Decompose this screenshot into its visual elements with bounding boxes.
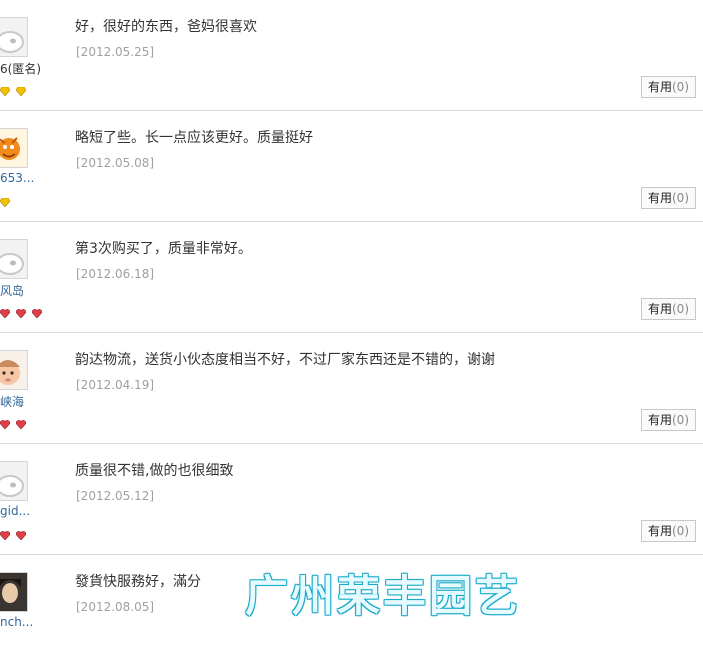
reviewer-name: 6(匿名) (0, 62, 41, 76)
reviewer-name[interactable]: 风岛 (0, 282, 24, 299)
red-heart-icon (0, 531, 10, 540)
helpful-count: (0) (672, 80, 689, 94)
red-heart-icon (16, 531, 27, 540)
review-date: [2012.08.05] (76, 600, 155, 614)
red-heart-icon (16, 420, 27, 429)
rank-badge (0, 192, 11, 207)
reviewer-name[interactable]: 653... (0, 171, 34, 185)
review-date: [2012.05.25] (76, 45, 155, 59)
helpful-button[interactable]: 有用(0) (641, 298, 696, 320)
rank-badge (0, 525, 27, 540)
review-item: 653... 略短了些。长一点应该更好。质量挺好 [2012.05.08] 有用… (0, 111, 703, 222)
review-date: [2012.05.12] (76, 489, 155, 503)
rank-badge (0, 81, 27, 96)
reviewer-name[interactable]: gid... (0, 504, 30, 518)
helpful-label: 有用 (647, 413, 672, 427)
gold-diamond-icon (16, 87, 27, 96)
helpful-button[interactable]: 有用(0) (641, 520, 696, 542)
helpful-count: (0) (672, 191, 689, 205)
review-content: 略短了些。长一点应该更好。质量挺好 (75, 130, 313, 146)
review-content: 好，很好的东西，爸妈很喜欢 (75, 19, 257, 35)
review-content: 第3次购买了，质量非常好。 (75, 241, 252, 257)
review-item: 峡海 韵达物流，送货小伙态度相当不好，不过厂家东西还是不错的，谢谢 [2012.… (0, 333, 703, 444)
review-content: 质量很不错,做的也很细致 (75, 463, 234, 479)
helpful-label: 有用 (647, 191, 672, 205)
person-photo-avatar[interactable] (0, 572, 28, 612)
review-content: 韵达物流，送货小伙态度相当不好，不过厂家东西还是不错的，谢谢 (75, 352, 495, 368)
helpful-label: 有用 (647, 302, 672, 316)
review-item: 6(匿名) 好，很好的东西，爸妈很喜欢 [2012.05.25] 有用(0) (0, 0, 703, 111)
gold-diamond-icon (0, 198, 10, 207)
review-date: [2012.05.08] (76, 156, 155, 170)
review-item: gid... 质量很不错,做的也很细致 [2012.05.12] 有用(0) (0, 444, 703, 555)
rank-badge (0, 303, 43, 318)
helpful-count: (0) (672, 524, 689, 538)
red-heart-icon (0, 420, 10, 429)
helpful-button[interactable]: 有用(0) (641, 187, 696, 209)
orange-character-avatar[interactable] (0, 128, 28, 168)
review-content: 發貨快服務好，滿分 (75, 574, 201, 590)
default-face-icon[interactable] (0, 239, 28, 279)
rank-badge (0, 414, 27, 429)
shop-watermark: 广州荣丰园艺 (245, 572, 521, 622)
default-face-icon[interactable] (0, 461, 28, 501)
red-heart-icon (16, 309, 27, 318)
default-face-icon[interactable] (0, 17, 28, 57)
review-date: [2012.04.19] (76, 378, 155, 392)
review-date: [2012.06.18] (76, 267, 155, 281)
helpful-label: 有用 (647, 524, 672, 538)
helpful-count: (0) (672, 302, 689, 316)
red-heart-icon (0, 309, 10, 318)
reviewer-name[interactable]: nch... (0, 615, 33, 629)
red-heart-icon (32, 309, 43, 318)
helpful-count: (0) (672, 413, 689, 427)
review-item: 风岛 第3次购买了，质量非常好。 [2012.06.18] 有用(0) (0, 222, 703, 333)
baby-photo-avatar[interactable] (0, 350, 28, 390)
gold-diamond-icon (0, 87, 10, 96)
reviewer-name[interactable]: 峡海 (0, 393, 24, 410)
helpful-button[interactable]: 有用(0) (641, 409, 696, 431)
helpful-label: 有用 (647, 80, 672, 94)
helpful-button[interactable]: 有用(0) (641, 76, 696, 98)
